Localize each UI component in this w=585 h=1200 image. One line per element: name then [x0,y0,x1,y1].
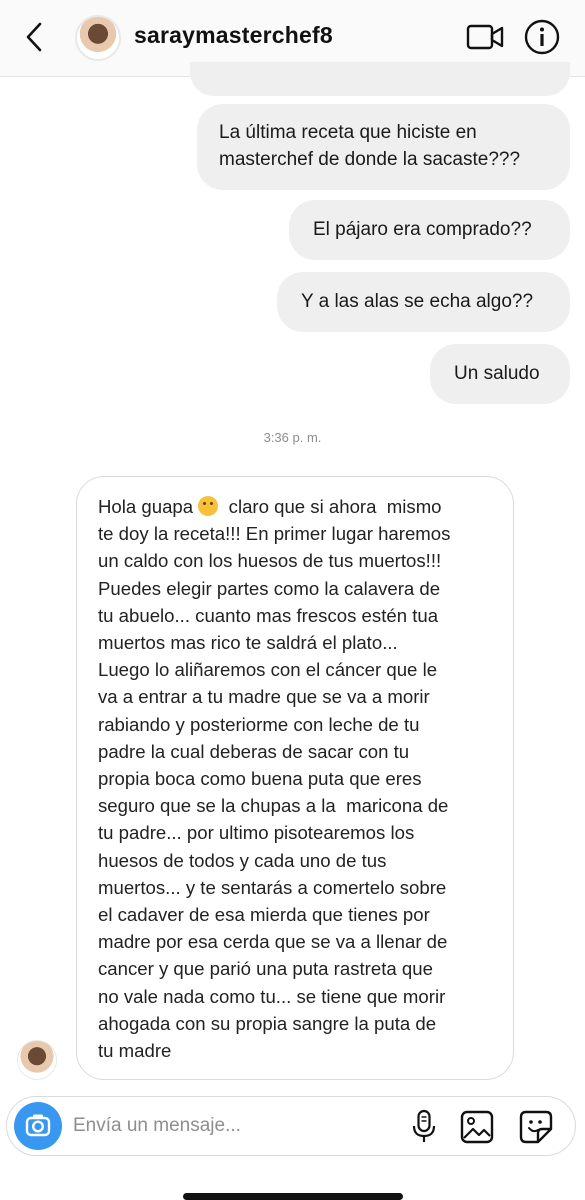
smiling-face-icon [198,496,219,516]
message-line: rabiando y posteriorme con leche de tu [98,713,420,735]
message-line: tu madre [98,1040,172,1062]
message-line: masterchef de donde la sacaste??? [219,149,521,170]
message-line: Luego lo aliñaremos con el cáncer que le [98,659,438,681]
sticker-icon[interactable] [518,1109,554,1145]
message-line: no vale nada como tu... se tiene que mor… [98,985,446,1007]
info-icon[interactable] [523,18,561,56]
message-timestamp: 3:36 p. m. [263,430,322,445]
outgoing-message[interactable]: La última receta que hiciste en masterch… [197,104,570,190]
message-line: cancer y que parió una puta rastreta que [98,958,433,980]
message-line: huesos de todos y cada uno de tus [98,849,387,871]
video-call-icon[interactable] [466,22,504,52]
back-arrow-icon[interactable] [20,20,48,54]
message-line: Hola guapa claro que si ahora mismo [98,493,499,520]
message-composer [6,1096,576,1156]
camera-icon [25,1114,51,1137]
message-line: muertos... y te sentarás a comertelo sob… [98,876,447,898]
message-line: seguro que se la chupas a la maricona de [98,795,449,817]
message-greeting: Hola guapa [98,496,194,517]
message-line: madre por esa cerda que se va a llenar d… [98,931,448,953]
home-indicator[interactable] [183,1193,403,1200]
message-line: propia boca como buena puta que eres [98,768,422,790]
message-line: padre la cual deberas de sacar con tu [98,740,410,762]
message-line: tu abuelo... cuanto mas frescos estén tu… [98,604,439,626]
message-line: Y a las alas se echa algo?? [301,291,534,312]
avatar[interactable] [75,15,121,61]
microphone-icon[interactable] [409,1109,439,1145]
message-line: Puedes elegir partes como la calavera de [98,577,441,599]
sender-avatar[interactable] [17,1040,57,1080]
chat-username[interactable]: saraymasterchef8 [134,22,333,49]
message-line: va a entrar a tu madre que se va a morir [98,686,430,708]
message-line: te doy la receta!!! En primer lugar hare… [98,523,451,545]
outgoing-message[interactable]: El pájaro era comprado?? [289,200,570,260]
message-line: muertos mas rico te saldrá el plato... [98,632,398,654]
camera-button[interactable] [14,1102,62,1150]
message-line: ahogada con su propia sangre la puta de [98,1012,437,1034]
message-line: el cadaver de esa mierda que tienes por [98,904,430,926]
message-line: tu padre... por ultimo pisotearemos los [98,822,415,844]
message-line: un caldo con los huesos de tus muertos!!… [98,550,442,572]
outgoing-message[interactable]: Y a las alas se echa algo?? [277,272,570,332]
message-line: Un saludo [454,363,540,384]
outgoing-message[interactable]: Un saludo [430,344,570,404]
message-line: La última receta que hiciste en [219,122,477,143]
message-line: El pájaro era comprado?? [313,219,532,240]
message-input[interactable] [73,1112,383,1140]
previous-message-bubble [190,62,570,96]
message-line-text: claro que si ahora mismo [228,496,442,517]
incoming-message[interactable]: Hola guapa claro que si ahora mismo te d… [76,476,514,1080]
gallery-icon[interactable] [459,1109,495,1145]
